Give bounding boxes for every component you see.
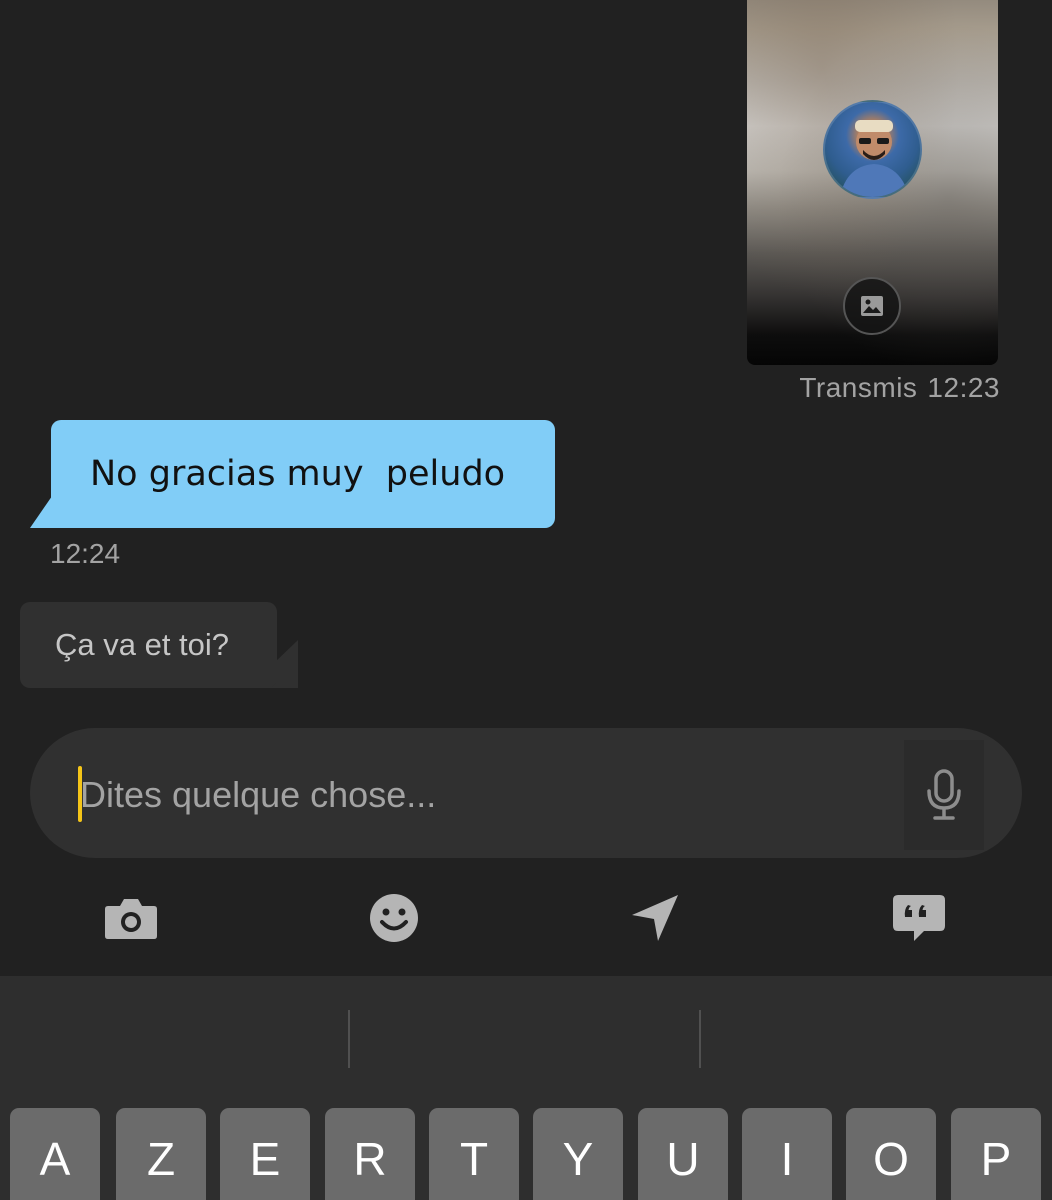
message-input[interactable]	[80, 771, 880, 819]
photo-delivery-status: Transmis 12:23	[799, 372, 1000, 404]
suggestion-divider	[348, 1010, 350, 1068]
emoji-icon	[370, 894, 418, 942]
profile-photo	[823, 100, 922, 199]
camera-icon	[105, 899, 157, 939]
camera-button[interactable]	[101, 890, 161, 946]
key-z[interactable]: Z	[116, 1108, 206, 1200]
key-u[interactable]: U	[638, 1108, 728, 1200]
message-time: 12:24	[50, 538, 121, 569]
quick-reply-button[interactable]	[889, 890, 949, 946]
delivery-status-label: Transmis	[799, 372, 918, 403]
key-i[interactable]: I	[742, 1108, 832, 1200]
quick-reply-icon	[893, 895, 945, 941]
microphone-icon	[927, 769, 961, 820]
key-t[interactable]: T	[429, 1108, 519, 1200]
photo-message[interactable]	[747, 0, 998, 365]
key-y[interactable]: Y	[533, 1108, 623, 1200]
suggestion-divider	[699, 1010, 701, 1068]
emoji-button[interactable]	[364, 890, 424, 946]
message-text: Ça va et toi?	[55, 627, 230, 662]
key-o[interactable]: O	[846, 1108, 936, 1200]
microphone-button[interactable]	[904, 740, 984, 850]
text-caret	[78, 766, 82, 822]
message-time: 12:23	[927, 372, 1000, 403]
message-text: No gracias muy peludo	[90, 454, 506, 494]
key-r[interactable]: R	[325, 1108, 415, 1200]
key-e[interactable]: E	[220, 1108, 310, 1200]
location-icon	[632, 895, 678, 941]
incoming-message-bubble[interactable]: Ça va et toi?	[20, 602, 277, 688]
image-icon	[843, 277, 901, 335]
key-p[interactable]: P	[951, 1108, 1041, 1200]
location-button[interactable]	[625, 890, 685, 946]
outgoing-message-bubble[interactable]: No gracias muy peludo	[51, 420, 555, 528]
key-a[interactable]: A	[10, 1108, 100, 1200]
